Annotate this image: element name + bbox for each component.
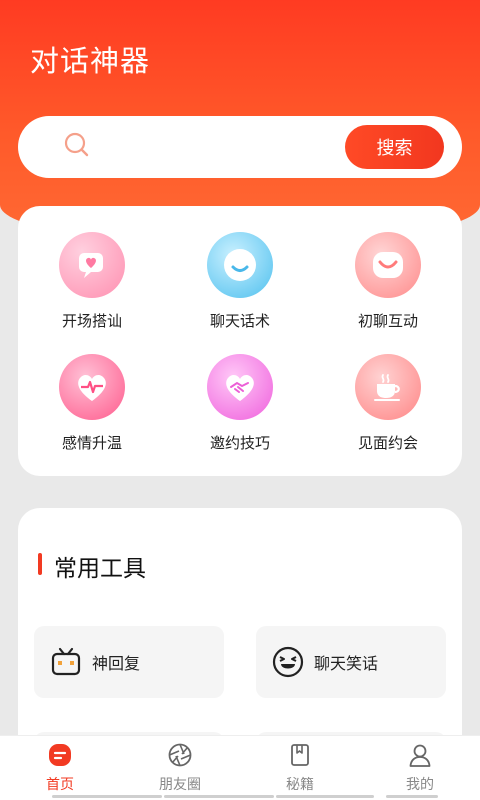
feature-label: 初聊互动 <box>357 312 418 330</box>
book-icon <box>291 744 309 766</box>
tab-indicator <box>386 795 438 798</box>
tab-label: 我的 <box>406 777 434 793</box>
app-title: 对话神器 <box>30 44 151 78</box>
tool-chat-jokes[interactable]: 聊天笑话 <box>256 626 446 698</box>
feature-invitation-tips[interactable]: 邀约技巧 <box>180 354 300 453</box>
feature-meeting-date[interactable]: 见面约会 <box>328 354 448 453</box>
tool-label: 聊天笑话 <box>314 654 379 673</box>
section-accent-bar <box>38 553 42 575</box>
laughing-face-icon <box>272 646 304 678</box>
section-title: 常用工具 <box>54 556 146 582</box>
feature-label: 邀约技巧 <box>209 434 270 452</box>
tv-chat-icon <box>51 647 81 676</box>
tab-label: 首页 <box>46 777 74 793</box>
tool-label: 神回复 <box>92 654 141 673</box>
search-button[interactable]: 搜索 <box>345 125 444 169</box>
bottom-tab-bar: 首页 朋友圈 秘籍 我的 <box>0 735 480 800</box>
search-bar[interactable]: 搜索 <box>18 116 462 178</box>
aperture-icon <box>168 743 192 767</box>
smile-icon <box>355 232 421 298</box>
feature-label: 见面约会 <box>357 434 418 452</box>
tab-home[interactable]: 首页 <box>0 736 120 800</box>
home-icon <box>49 744 71 766</box>
tab-indicator <box>52 795 162 798</box>
feature-label: 聊天话术 <box>209 312 270 330</box>
user-icon <box>409 744 431 767</box>
heartbeat-icon <box>59 354 125 420</box>
feature-relationship-warming[interactable]: 感情升温 <box>32 354 152 453</box>
handshake-icon <box>207 354 273 420</box>
search-icon <box>64 132 89 157</box>
tab-indicator <box>164 795 274 798</box>
feature-chat-scripts[interactable]: 聊天话术 <box>180 232 300 331</box>
feature-label: 开场搭讪 <box>61 312 122 330</box>
heart-chat-icon <box>59 232 125 298</box>
tab-label: 秘籍 <box>286 777 314 793</box>
coffee-cup-icon <box>355 354 421 420</box>
tab-moments[interactable]: 朋友圈 <box>120 736 240 800</box>
tool-divine-reply[interactable]: 神回复 <box>34 626 224 698</box>
feature-label: 感情升温 <box>61 434 122 452</box>
tab-mine[interactable]: 我的 <box>360 736 480 800</box>
feature-first-interaction[interactable]: 初聊互动 <box>328 232 448 331</box>
smile-chat-icon <box>207 232 273 298</box>
tab-label: 朋友圈 <box>159 777 201 793</box>
feature-opening-chat[interactable]: 开场搭讪 <box>32 232 152 331</box>
tab-secrets[interactable]: 秘籍 <box>240 736 360 800</box>
tab-indicator <box>276 795 374 798</box>
features-card: 开场搭讪 聊天话术 初聊互动 感情升温 邀约技巧 见面约会 <box>18 206 462 476</box>
